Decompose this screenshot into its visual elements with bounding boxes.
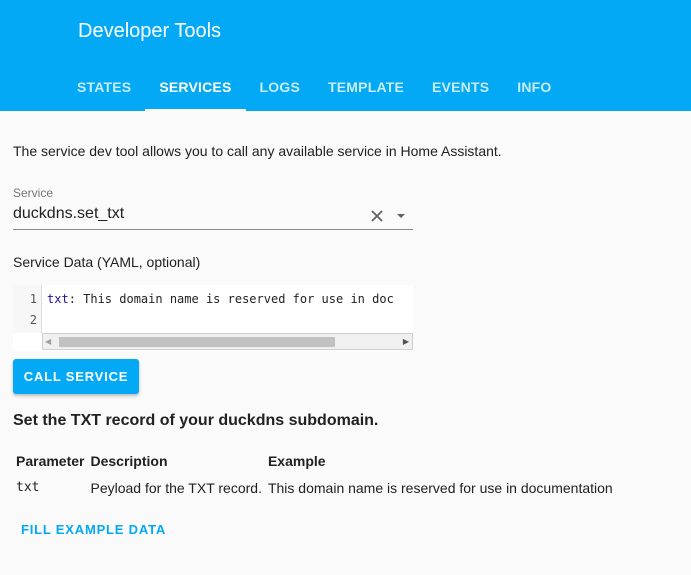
- tab-services[interactable]: SERVICES: [145, 64, 246, 111]
- code-line: txt: This domain name is reserved for us…: [47, 292, 394, 306]
- service-description: Set the TXT record of your duckdns subdo…: [13, 412, 379, 429]
- app-header: Developer Tools STATES SERVICES LOGS TEM…: [0, 0, 691, 111]
- scroll-left-arrow-icon[interactable]: ◀: [45, 337, 51, 346]
- yaml-editor[interactable]: 1 2 txt: This domain name is reserved fo…: [13, 285, 413, 351]
- tab-logs[interactable]: LOGS: [246, 64, 314, 111]
- arrow-drop-down-icon[interactable]: [393, 207, 409, 225]
- intro-text: The service dev tool allows you to call …: [13, 143, 502, 159]
- yaml-key: txt: [47, 292, 69, 306]
- attributes-table: Parameter Description Example txt Peyloa…: [13, 450, 616, 503]
- line-number: 2: [29, 313, 37, 327]
- scroll-right-arrow-icon[interactable]: ▶: [403, 337, 409, 346]
- tab-bar: STATES SERVICES LOGS TEMPLATE EVENTS INF…: [63, 64, 565, 111]
- description-cell: Peyload for the TXT record.: [90, 479, 262, 496]
- parameter-cell: txt: [16, 480, 40, 495]
- line-number: 1: [29, 292, 37, 306]
- service-input[interactable]: duckdns.set_txt: [13, 205, 124, 223]
- service-picker[interactable]: Service duckdns.set_txt: [13, 185, 413, 230]
- service-data-label: Service Data (YAML, optional): [13, 254, 201, 270]
- fill-example-data-button[interactable]: FILL EXAMPLE DATA: [21, 522, 166, 537]
- table-header-row: Parameter Description Example: [13, 450, 616, 472]
- yaml-value: : This domain name is reserved for use i…: [68, 292, 394, 306]
- example-cell: This domain name is reserved for use in …: [267, 479, 613, 496]
- column-header: Description: [90, 453, 168, 469]
- column-header: Parameter: [16, 453, 85, 469]
- horizontal-scrollbar[interactable]: ◀ ▶: [42, 333, 413, 350]
- close-icon[interactable]: [368, 207, 386, 225]
- tab-template[interactable]: TEMPLATE: [314, 64, 418, 111]
- tab-states[interactable]: STATES: [63, 64, 145, 111]
- scroll-thumb[interactable]: [59, 337, 335, 347]
- service-label: Service: [13, 186, 54, 200]
- tab-info[interactable]: INFO: [503, 64, 565, 111]
- table-row: txt Peyload for the TXT record. This dom…: [13, 472, 616, 503]
- call-service-button[interactable]: CALL SERVICE: [13, 359, 139, 394]
- tab-events[interactable]: EVENTS: [418, 64, 503, 111]
- code-area[interactable]: txt: This domain name is reserved for us…: [43, 285, 413, 333]
- column-header: Example: [267, 453, 326, 469]
- line-gutter: 1 2: [13, 285, 42, 333]
- page-title: Developer Tools: [78, 20, 222, 42]
